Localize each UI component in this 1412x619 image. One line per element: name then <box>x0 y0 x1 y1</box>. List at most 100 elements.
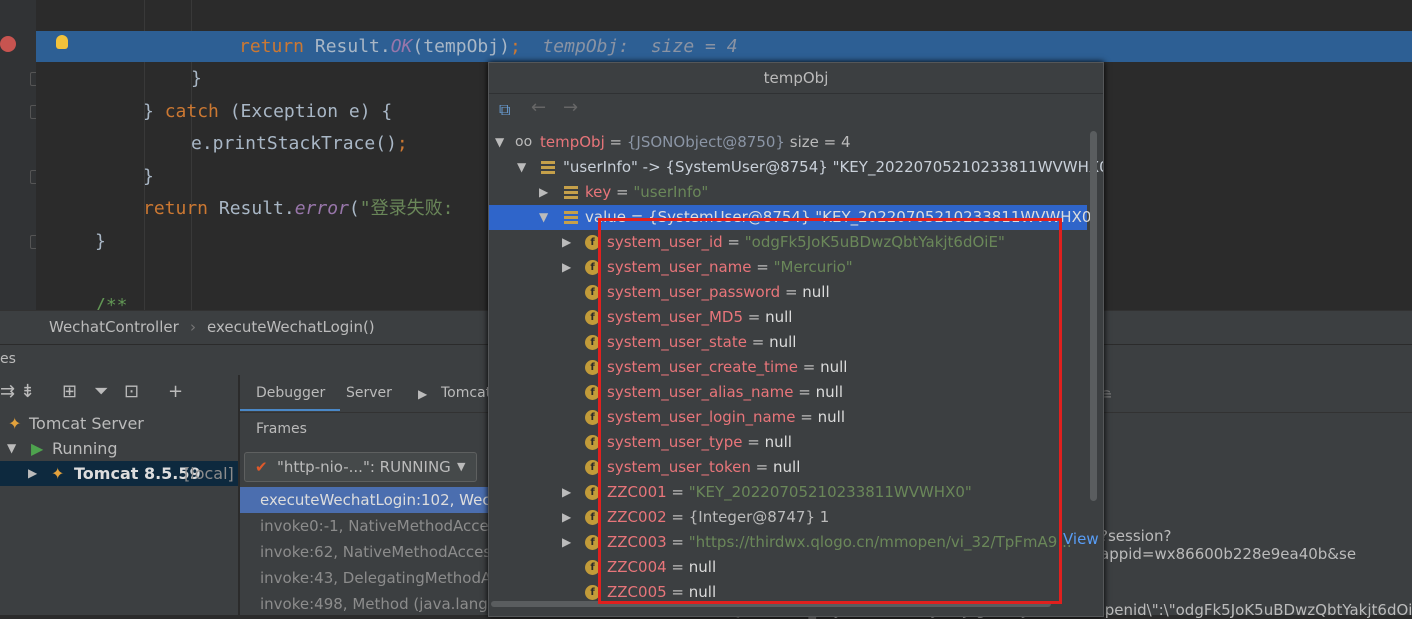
field-name: ZZC005 <box>607 583 667 601</box>
breakpoint-icon[interactable] <box>0 36 16 52</box>
frame-item[interactable]: invoke:43, DelegatingMethodA <box>240 565 510 591</box>
field-row[interactable]: ▶ f system_user_name = "Mercurio" <box>489 255 1087 280</box>
chevron-right-icon[interactable]: ▶ <box>539 180 548 205</box>
chevron-right-icon[interactable]: ▶ <box>28 461 37 486</box>
new-service-icon[interactable]: ⊡ <box>124 381 139 402</box>
tree-row-entry[interactable]: ▼ "userInfo" -> {SystemUser@8754} "KEY_2… <box>489 155 1103 180</box>
field-name: system_user_login_name <box>607 408 796 426</box>
filter-icon[interactable]: ⏷ <box>94 381 108 402</box>
tab-server[interactable]: Server <box>346 385 392 401</box>
tree-row-key[interactable]: ▶ key = "userInfo" <box>489 180 1087 205</box>
field-name: system_user_token <box>607 458 751 476</box>
variable-extra: size = 4 <box>789 133 851 151</box>
code-line: } <box>143 161 154 193</box>
tree-item-tomcat-server[interactable]: ✦ Tomcat Server <box>0 411 238 436</box>
code-token: ( <box>348 198 360 219</box>
code-token: } <box>143 101 165 122</box>
breadcrumb-method[interactable]: executeWechatLogin() <box>207 318 375 336</box>
tree-item-running[interactable]: ▼ ▶ Running <box>0 436 238 461</box>
code-line: } <box>191 63 202 95</box>
code-line: } catch (Exception e) { <box>143 96 392 128</box>
tree-item-tomcat-instance[interactable]: ▶ ✦ Tomcat 8.5.59 [local] <box>0 461 238 486</box>
field-row[interactable]: ▶ f system_user_id = "odgFk5JoK5uBDwzQbtYa… <box>489 230 1087 255</box>
tab-debugger[interactable]: Debugger <box>256 385 325 401</box>
field-row[interactable]: ▶ f ZZC003 = "https://thirdwx.qlogo.cn/mmo… <box>489 530 1087 555</box>
field-row[interactable]: f system_user_password = null <box>489 280 1087 305</box>
field-row[interactable]: f system_user_MD5 = null <box>489 305 1087 330</box>
tree-row-value[interactable]: ▼ value = {SystemUser@8754} "KEY_2022070… <box>489 205 1098 230</box>
chevron-right-icon[interactable]: ▶ <box>562 530 571 555</box>
chevron-down-icon[interactable]: ▼ <box>517 155 526 180</box>
field-icon: f <box>585 460 600 475</box>
field-row[interactable]: f system_user_login_name = null <box>489 405 1087 430</box>
chevron-right-icon[interactable]: ▶ <box>562 230 571 255</box>
field-icon: f <box>585 285 600 300</box>
code-line: /** <box>95 290 128 310</box>
field-icon: f <box>585 410 600 425</box>
field-row[interactable]: f system_user_create_time = null <box>489 355 1087 380</box>
view-link[interactable]: View <box>1063 530 1099 548</box>
field-value: "https://thirdwx.qlogo.cn/mmopen/vi_32/T… <box>688 533 1072 551</box>
intention-bulb-icon[interactable] <box>56 35 68 49</box>
field-name: system_user_state <box>607 333 747 351</box>
field-row[interactable]: f system_user_type = null <box>489 430 1087 455</box>
code-token: (Exception e) { <box>229 101 393 122</box>
field-row[interactable]: f system_user_token = null <box>489 455 1087 480</box>
field-value: null <box>688 583 717 601</box>
field-icon: f <box>585 360 600 375</box>
group-by-icon[interactable]: ⊞ <box>62 381 77 402</box>
field-name: ZZC001 <box>607 483 667 501</box>
field-text: ZZC004 = null <box>607 555 716 580</box>
breadcrumb-class[interactable]: WechatController <box>49 318 179 336</box>
code-line: } <box>95 226 106 258</box>
equals-sign: = <box>666 533 689 551</box>
field-row[interactable]: f system_user_state = null <box>489 330 1087 355</box>
back-arrow-icon[interactable]: ← <box>531 97 546 118</box>
thread-select-value: "http-nio-...": RUNNING <box>277 458 451 476</box>
navigate-icon[interactable]: ⧉ <box>499 100 510 120</box>
code-token: } <box>143 166 154 187</box>
field-row[interactable]: f ZZC004 = null <box>489 555 1087 580</box>
vertical-scrollbar[interactable] <box>1090 131 1097 501</box>
expand-all-icon[interactable]: ⇉ <box>0 381 15 402</box>
horizontal-scrollbar[interactable] <box>491 601 1051 607</box>
popup-title[interactable]: tempObj <box>489 63 1103 94</box>
tree-item-label: Running <box>52 439 118 458</box>
frame-item[interactable]: invoke:62, NativeMethodAcces <box>240 539 510 565</box>
chevron-right-icon[interactable]: ▶ <box>562 255 571 280</box>
chevron-down-icon[interactable]: ▼ <box>539 205 548 230</box>
field-row[interactable]: ▶ f ZZC002 = {Integer@8747} 1 <box>489 505 1087 530</box>
chevron-down-icon[interactable]: ▼ <box>7 436 16 461</box>
field-row[interactable]: ▶ f ZZC001 = "KEY_20220705210233811WVWHX0" <box>489 480 1087 505</box>
equals-sign: = <box>746 333 770 351</box>
code-token: (tempObj) <box>412 36 510 57</box>
frame-item[interactable]: executeWechatLogin:102, Wec <box>240 487 510 513</box>
tree-row-root[interactable]: ▼ oo tempObj = {JSONObject@8750} size = … <box>489 130 1087 155</box>
map-entry-icon <box>564 211 578 224</box>
field-value: "KEY_20220705210233811WVWHX0" <box>688 483 972 501</box>
field-row[interactable]: f system_user_alias_name = null <box>489 380 1087 405</box>
collapse-all-icon[interactable]: ⇟ <box>20 381 35 402</box>
equals-sign: = <box>780 283 803 301</box>
entry-label: "userInfo" -> {SystemUser@8754} "KEY_202… <box>563 158 1104 176</box>
add-icon[interactable]: + <box>168 381 183 402</box>
equals-sign: = <box>666 583 689 601</box>
equals-sign: = <box>742 433 765 451</box>
frame-item[interactable]: invoke0:-1, NativeMethodAcce <box>240 513 510 539</box>
equals-sign: = <box>666 558 689 576</box>
code-token: return <box>239 36 315 57</box>
thread-select[interactable]: ✔ "http-nio-...": RUNNING ▼ <box>244 452 477 482</box>
map-entry-icon <box>564 186 578 199</box>
tab-tomcat[interactable]: Tomcat <box>441 385 491 401</box>
frame-item[interactable]: invoke:498, Method (java.lang.r <box>240 591 510 617</box>
watch-glasses-icon: oo <box>515 134 533 150</box>
forward-arrow-icon[interactable]: → <box>563 97 578 118</box>
code-token: e.printStackTrace() <box>191 133 397 154</box>
variable-name: value <box>585 208 626 226</box>
chevron-down-icon[interactable]: ▼ <box>495 130 504 155</box>
field-value: null <box>820 358 848 376</box>
code-token: ; <box>509 36 521 57</box>
chevron-right-icon[interactable]: ▶ <box>562 480 571 505</box>
variable-inspector-popup[interactable]: tempObj ⧉ ← → ▼ oo tempObj = {JSONObject… <box>488 62 1104 617</box>
chevron-right-icon[interactable]: ▶ <box>562 505 571 530</box>
